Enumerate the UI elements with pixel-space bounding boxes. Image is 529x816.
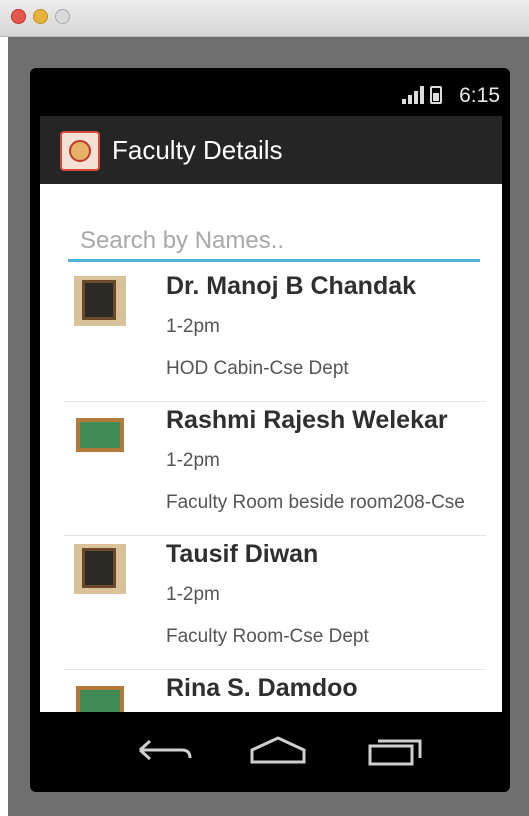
faculty-time: 1-2pm <box>166 450 220 471</box>
list-item[interactable]: Tausif Diwan 1-2pm Faculty Room-Cse Dept <box>64 536 486 670</box>
faculty-place: Faculty Room beside room208-Cse <box>166 492 465 513</box>
faculty-place: HOD Cabin-Cse Dept <box>166 358 349 379</box>
page-title: Faculty Details <box>112 135 283 165</box>
greenboard-icon <box>74 678 126 712</box>
blackboard-icon <box>74 276 126 326</box>
back-icon[interactable] <box>132 732 196 768</box>
faculty-list-screen: Dr. Manoj B Chandak 1-2pm HOD Cabin-Cse … <box>40 184 502 712</box>
window-titlebar <box>0 0 529 37</box>
recents-icon[interactable] <box>364 732 428 768</box>
app-logo-icon[interactable] <box>60 131 100 171</box>
search-input[interactable] <box>68 222 480 262</box>
faculty-place: Faculty Room-Cse Dept <box>166 626 369 647</box>
faculty-name: Tausif Diwan <box>166 540 319 568</box>
list-item[interactable]: Rina S. Damdoo <box>64 670 486 712</box>
clock: 6:15 <box>459 84 500 107</box>
list-item[interactable]: Rashmi Rajesh Welekar 1-2pm Faculty Room… <box>64 402 486 536</box>
close-window-button[interactable] <box>11 9 26 24</box>
faculty-name: Rina S. Damdoo <box>166 674 358 702</box>
greenboard-icon <box>74 410 126 460</box>
minimize-window-button[interactable] <box>33 9 48 24</box>
signal-icon <box>402 86 424 104</box>
home-icon[interactable] <box>246 732 310 768</box>
status-bar: 6:15 <box>40 80 502 112</box>
blackboard-icon <box>74 544 126 594</box>
list-item[interactable]: Dr. Manoj B Chandak 1-2pm HOD Cabin-Cse … <box>64 268 486 402</box>
faculty-name: Dr. Manoj B Chandak <box>166 272 417 300</box>
faculty-time: 1-2pm <box>166 584 220 605</box>
navigation-bar <box>40 712 502 788</box>
action-bar: Faculty Details <box>40 116 502 184</box>
battery-icon <box>430 86 442 104</box>
faculty-name: Rashmi Rajesh Welekar <box>166 406 448 434</box>
faculty-time: 1-2pm <box>166 316 220 337</box>
zoom-window-button[interactable] <box>55 9 70 24</box>
